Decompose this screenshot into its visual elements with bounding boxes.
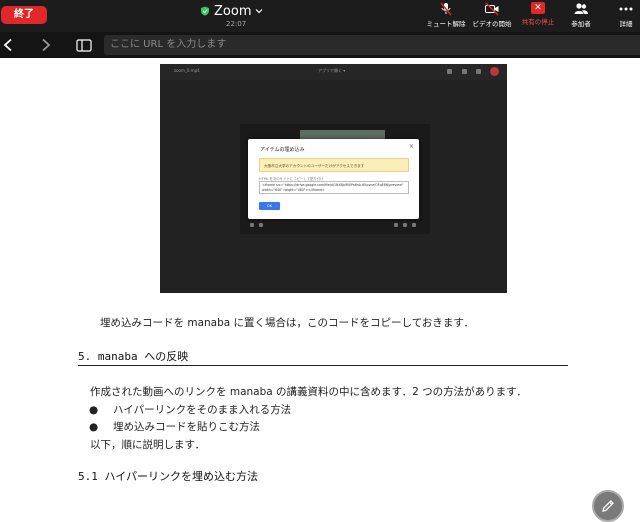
bullet-icon: ● — [89, 421, 99, 433]
drive-open-with: アプリで開く ▾ — [318, 68, 346, 73]
sidebar-icon[interactable] — [76, 39, 92, 52]
forward-arrow-icon[interactable] — [40, 38, 52, 52]
embed-dialog-screenshot: zoom_0.mp4 アプリで開く ▾ アイテムの埋め込み × 大阪市立大学のア… — [160, 64, 507, 293]
unmute-label: ミュート解除 — [426, 20, 466, 28]
start-video-label: ビデオの開始 — [472, 20, 512, 28]
list-item-text: ハイパーリンクをそのまま入れる方法 — [113, 404, 292, 416]
stop-share-label: 共有の停止 — [521, 18, 555, 26]
dialog-title: アイテムの埋め込み — [260, 147, 305, 153]
browser-toolbar: ここに URL を入力します — [0, 32, 640, 58]
microphone-muted-icon — [440, 2, 452, 16]
list-item: ● 埋め込みコードを貼りこむ方法 — [89, 419, 260, 434]
paragraph-order: 以下，順に説明します． — [90, 439, 206, 451]
list-item-text: 埋め込みコードを貼りこむ方法 — [113, 421, 260, 433]
shield-icon — [201, 6, 209, 16]
section-heading-5-1: 5.1 ハイパーリンクを埋め込む方法 — [78, 470, 259, 483]
fullscreen-icon — [412, 223, 416, 227]
chevron-down-icon — [256, 9, 263, 14]
participants-button[interactable]: 参加者 — [566, 2, 596, 30]
video-controls — [248, 221, 419, 229]
participants-label: 参加者 — [571, 20, 591, 28]
end-meeting-button[interactable]: 終了 — [1, 6, 47, 24]
close-icon: × — [408, 143, 414, 150]
stop-share-button[interactable]: ✕ 共有の停止 — [518, 2, 558, 30]
drive-preview-header: zoom_0.mp4 アプリで開く ▾ — [160, 64, 507, 80]
section-heading-5: 5. manaba への反映 — [78, 348, 568, 366]
paragraph-copy-code: 埋め込みコードを manaba に置く場合は，このコードをコピーしておきます． — [100, 317, 474, 329]
dialog-ok-button: OK — [259, 202, 280, 210]
more-dots-icon — [619, 7, 633, 11]
settings-icon — [403, 223, 407, 227]
meeting-time: 22:07 — [226, 20, 247, 28]
more-label: 詳細 — [619, 20, 633, 28]
list-item: ● ハイパーリンクをそのまま入れる方法 — [89, 402, 291, 417]
dialog-warning: 大阪市立大学のアカウントのユーザーだけがアクセスできます — [259, 158, 409, 172]
video-off-icon — [485, 2, 499, 16]
embed-item-dialog: アイテムの埋め込み × 大阪市立大学のアカウントのユーザーだけがアクセスできます… — [248, 139, 419, 219]
unmute-button[interactable]: ミュート解除 — [426, 2, 466, 30]
document-page: zoom_0.mp4 アプリで開く ▾ アイテムの埋め込み × 大阪市立大学のア… — [0, 58, 640, 522]
meeting-title-text: Zoom — [214, 3, 252, 19]
drive-file-name: zoom_0.mp4 — [174, 68, 200, 73]
back-arrow-icon[interactable] — [2, 38, 14, 52]
meeting-title[interactable]: Zoom — [200, 3, 270, 19]
stop-share-icon: ✕ — [531, 2, 545, 14]
captions-icon — [394, 223, 398, 227]
bullet-icon: ● — [89, 404, 99, 416]
avatar — [490, 67, 499, 76]
embed-code-box: <iframe src="https://drive.google.com/fi… — [259, 181, 409, 194]
play-icon — [250, 223, 254, 227]
more-vert-icon — [476, 69, 481, 74]
comment-icon — [447, 69, 452, 74]
volume-icon — [259, 223, 263, 227]
url-input[interactable]: ここに URL を入力します — [104, 35, 640, 55]
zoom-toolbar: 終了 Zoom 22:07 ミュート解除 ビデオの開始 ✕ 共有の停止 参加者 … — [0, 0, 640, 32]
start-video-button[interactable]: ビデオの開始 — [472, 2, 512, 30]
pencil-icon — [602, 500, 614, 512]
paragraph-intro: 作成された動画へのリンクを manaba の講義資料の中に含めます．2 つの方法… — [90, 386, 527, 398]
more-button[interactable]: 詳細 — [614, 2, 638, 30]
participants-icon — [574, 3, 588, 14]
print-icon — [462, 69, 467, 74]
annotate-button[interactable] — [592, 490, 624, 522]
